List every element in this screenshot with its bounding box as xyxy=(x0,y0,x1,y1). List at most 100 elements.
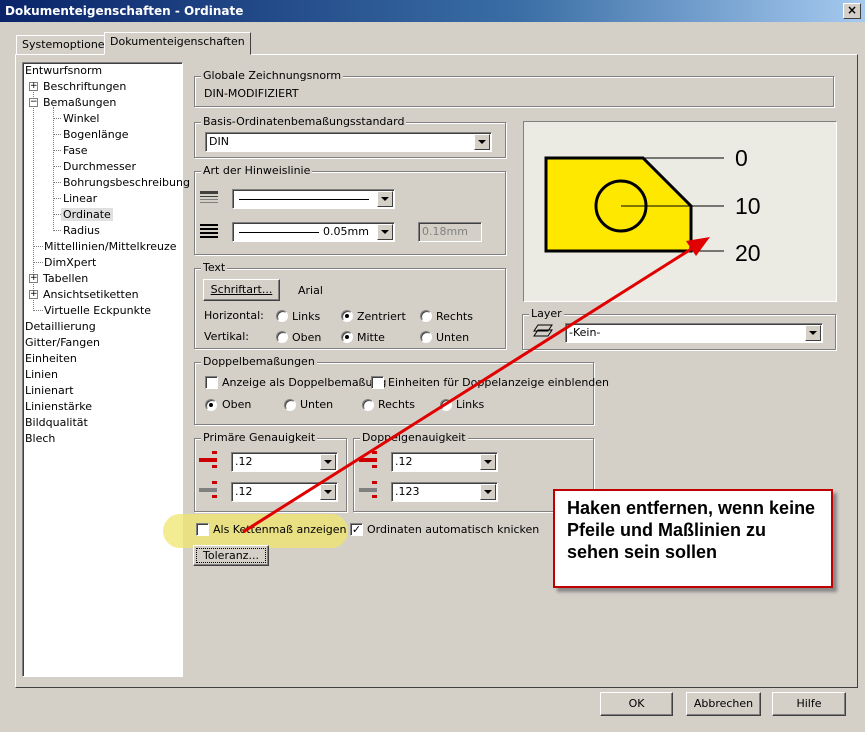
chevron-down-icon[interactable] xyxy=(320,454,336,470)
tree-item-fase[interactable]: Fase xyxy=(63,143,88,159)
precision-icon xyxy=(359,451,377,468)
chevron-down-icon[interactable] xyxy=(474,134,490,150)
base-standard-select[interactable]: DIN xyxy=(205,132,492,152)
text-title: Text xyxy=(201,261,228,274)
line-style-icon xyxy=(200,191,218,203)
tree-item-linienstaerke[interactable]: Linienstärke xyxy=(25,399,92,415)
font-button[interactable]: Schriftart... xyxy=(203,279,280,301)
line-weight-icon xyxy=(200,224,218,238)
primary-precision-value-1: .12 xyxy=(235,455,253,468)
tree-item-einheiten[interactable]: Einheiten xyxy=(25,351,77,367)
tree-item-ansichtsetiketten[interactable]: Ansichtsetiketten xyxy=(43,287,139,303)
options-tree[interactable]: Entwurfsnorm + Beschriftungen − Bemaßung… xyxy=(22,62,190,677)
tree-item-linear[interactable]: Linear xyxy=(63,191,97,207)
v-bottom-radio[interactable] xyxy=(420,331,432,343)
chevron-down-icon[interactable] xyxy=(320,484,336,500)
annotation-callout: Haken entfernen, wenn keine Pfeile und M… xyxy=(553,489,833,588)
chevron-down-icon[interactable] xyxy=(480,454,496,470)
dual-bottom-label: Unten xyxy=(300,398,334,411)
horizontal-label: Horizontal: xyxy=(204,309,264,322)
base-standard-title: Basis-Ordinatenbemaßungsstandard xyxy=(201,115,407,128)
collapse-icon[interactable]: − xyxy=(29,98,38,107)
tree-item-winkel[interactable]: Winkel xyxy=(63,111,99,127)
auto-jog-checkbox[interactable]: ✓ xyxy=(350,523,363,536)
leader-custom-thickness-value: 0.18mm xyxy=(422,225,468,238)
close-button[interactable]: × xyxy=(843,3,861,19)
tab-systemoptionen[interactable]: Systemoptionen xyxy=(16,35,118,55)
dual-right-radio[interactable] xyxy=(362,399,374,411)
chevron-down-icon[interactable] xyxy=(805,325,821,341)
tree-item-entwurfsnorm[interactable]: Entwurfsnorm xyxy=(25,63,102,79)
dual-precision-select-1[interactable]: .12 xyxy=(391,452,498,472)
h-center-label: Zentriert xyxy=(357,310,406,323)
tree-item-gitter-fangen[interactable]: Gitter/Fangen xyxy=(25,335,100,351)
chain-dimension-label: Als Kettenmaß anzeigen xyxy=(213,523,347,536)
primary-precision-select-2[interactable]: .12 xyxy=(231,482,338,502)
chevron-down-icon[interactable] xyxy=(377,191,393,207)
global-norm-group: Globale Zeichnungsnorm DIN-MODIFIZIERT xyxy=(194,69,834,107)
v-top-radio[interactable] xyxy=(276,331,288,343)
v-middle-radio[interactable] xyxy=(341,331,353,343)
h-right-label: Rechts xyxy=(436,310,473,323)
tree-item-ordinate[interactable]: Ordinate xyxy=(61,207,113,223)
tree-item-bemassungen[interactable]: Bemaßungen xyxy=(43,95,116,111)
tree-item-detaillierung[interactable]: Detaillierung xyxy=(25,319,96,335)
primary-precision-title: Primäre Genauigkeit xyxy=(201,431,318,444)
tree-item-virtuelle-eckpunkte[interactable]: Virtuelle Eckpunkte xyxy=(44,303,151,319)
h-left-label: Links xyxy=(292,310,321,323)
h-center-radio[interactable] xyxy=(341,310,353,322)
thin-line-icon xyxy=(239,232,319,233)
dual-precision-select-2[interactable]: .123 xyxy=(391,482,498,502)
chevron-down-icon[interactable] xyxy=(377,224,393,240)
show-units-label: Einheiten für Doppelanzeige einblenden xyxy=(388,376,610,389)
expand-icon[interactable]: + xyxy=(29,82,38,91)
primary-precision-select-1[interactable]: .12 xyxy=(231,452,338,472)
dual-group: Doppelbemaßungen xyxy=(194,355,594,425)
tree-item-blech[interactable]: Blech xyxy=(25,431,55,447)
expand-icon[interactable]: + xyxy=(29,274,38,283)
dual-precision-title: Doppelgenauigkeit xyxy=(360,431,468,444)
tab-dokumenteigenschaften[interactable]: Dokumenteigenschaften xyxy=(104,32,251,55)
leader-thickness-value: 0.05mm xyxy=(323,225,369,238)
show-units-checkbox[interactable] xyxy=(371,376,384,389)
preview-label-20: 20 xyxy=(735,240,761,266)
cancel-button[interactable]: Abbrechen xyxy=(686,692,761,716)
h-right-radio[interactable] xyxy=(420,310,432,322)
expand-icon[interactable]: + xyxy=(29,290,38,299)
leader-thickness-select[interactable]: 0.05mm xyxy=(232,222,395,242)
ok-button[interactable]: OK xyxy=(600,692,673,716)
window-title: Dokumenteigenschaften - Ordinate xyxy=(0,0,865,22)
tree-item-tabellen[interactable]: Tabellen xyxy=(43,271,88,287)
layer-icon xyxy=(533,324,553,337)
tree-item-linien[interactable]: Linien xyxy=(25,367,58,383)
leader-line-style-select[interactable] xyxy=(232,189,395,209)
dual-title: Doppelbemaßungen xyxy=(201,355,317,368)
tree-item-durchmesser[interactable]: Durchmesser xyxy=(63,159,136,175)
v-middle-label: Mitte xyxy=(357,331,385,344)
dual-top-radio[interactable] xyxy=(205,399,217,411)
tree-item-bohrungsbeschreibung[interactable]: Bohrungsbeschreibung xyxy=(63,175,190,191)
chevron-down-icon[interactable] xyxy=(480,484,496,500)
font-name: Arial xyxy=(298,284,323,297)
show-dual-checkbox[interactable] xyxy=(205,376,218,389)
tree-item-radius[interactable]: Radius xyxy=(63,223,100,239)
primary-precision-value-2: .12 xyxy=(235,485,253,498)
tree-item-linienart[interactable]: Linienart xyxy=(25,383,74,399)
layer-select[interactable]: -Kein- xyxy=(565,323,823,343)
chain-dimension-checkbox[interactable] xyxy=(196,523,209,536)
dual-bottom-radio[interactable] xyxy=(284,399,296,411)
tolerance-precision-icon xyxy=(359,481,377,498)
tolerance-button[interactable]: Toleranz... xyxy=(193,545,269,566)
tree-item-bogenlaenge[interactable]: Bogenlänge xyxy=(63,127,129,143)
tree-item-mittellinien[interactable]: Mittellinien/Mittelkreuze xyxy=(44,239,177,255)
leader-custom-thickness: 0.18mm xyxy=(418,222,482,242)
tree-item-dimxpert[interactable]: DimXpert xyxy=(44,255,96,271)
tree-item-beschriftungen[interactable]: Beschriftungen xyxy=(43,79,126,95)
dual-right-label: Rechts xyxy=(378,398,415,411)
dual-left-radio[interactable] xyxy=(440,399,452,411)
help-button[interactable]: Hilfe xyxy=(772,692,846,716)
v-top-label: Oben xyxy=(292,331,322,344)
tree-item-bildqualitaet[interactable]: Bildqualität xyxy=(25,415,88,431)
h-left-radio[interactable] xyxy=(276,310,288,322)
global-norm-title: Globale Zeichnungsnorm xyxy=(201,69,344,82)
